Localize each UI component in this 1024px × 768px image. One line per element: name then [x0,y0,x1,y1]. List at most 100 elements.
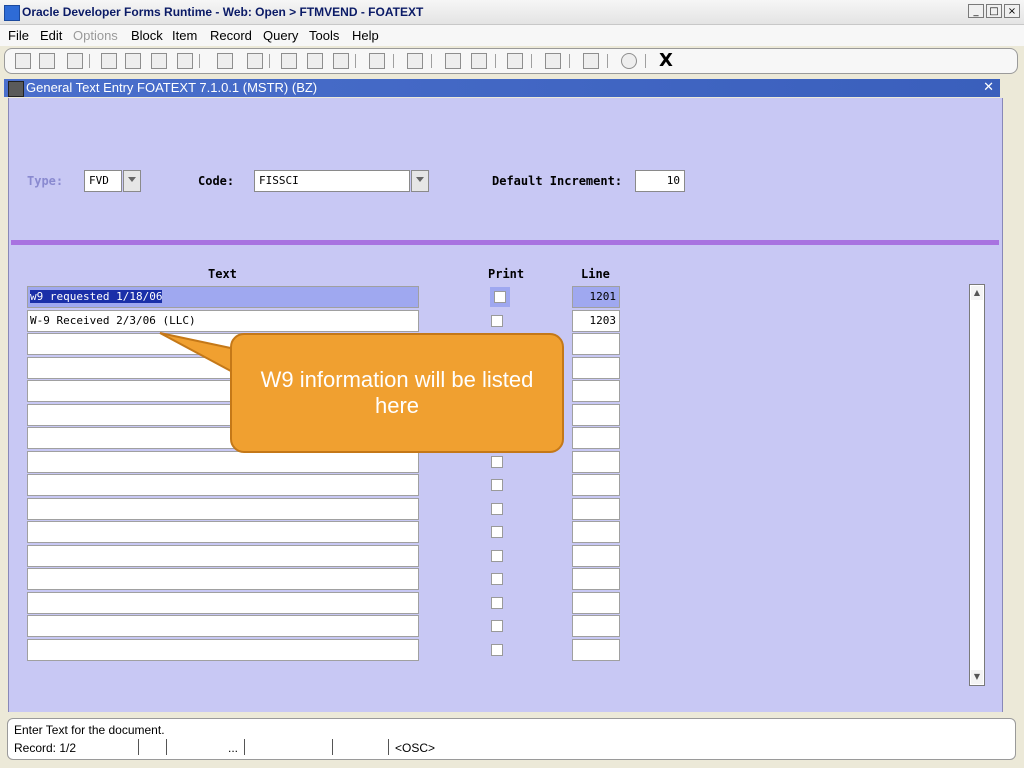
line-cell[interactable] [572,474,620,496]
status-separator [166,739,167,755]
export-icon[interactable] [445,53,461,69]
clear-form-icon[interactable] [369,53,385,69]
print-checkbox[interactable] [491,550,503,562]
minimize-button[interactable]: _ [968,4,984,18]
menu-edit[interactable]: Edit [40,28,62,43]
text-cell-value: w9 requested 1/18/06 [30,290,163,303]
close-form-icon[interactable]: ✕ [983,79,994,95]
enter-query-icon[interactable] [217,53,233,69]
text-cell[interactable] [27,451,419,473]
text-cell[interactable] [27,474,419,496]
menu-options[interactable]: Options [73,28,118,43]
network-icon[interactable] [583,53,599,69]
column-header-print: Print [488,267,525,281]
line-cell[interactable] [572,380,620,402]
exit-button[interactable]: X [659,50,673,71]
block-divider [11,240,999,245]
line-cell[interactable] [572,404,620,426]
line-cell[interactable] [572,639,620,661]
save-icon[interactable] [15,53,31,69]
menu-block[interactable]: Block [131,28,163,43]
print-checkbox[interactable] [490,287,510,307]
text-cell[interactable] [27,639,419,661]
scroll-up-icon[interactable]: ▲ [971,286,983,300]
maximize-button[interactable]: □ [986,4,1002,18]
status-message: Enter Text for the document. [14,723,165,737]
toolbar-separator [393,54,394,68]
print-checkbox[interactable] [491,573,503,585]
rollback-icon[interactable] [39,53,55,69]
toolbar: X [4,48,1018,74]
line-cell[interactable] [572,357,620,379]
menu-file[interactable]: File [8,28,29,43]
text-cell[interactable] [27,615,419,637]
java-app-icon [4,5,20,21]
scroll-down-icon[interactable]: ▼ [971,670,983,684]
text-cell[interactable] [27,592,419,614]
menu-tools[interactable]: Tools [309,28,339,43]
code-field[interactable]: FISSCI [254,170,410,192]
execute-query-icon[interactable] [247,53,263,69]
previous-block-icon[interactable] [101,53,117,69]
toolbar-separator [531,54,532,68]
line-cell[interactable]: 1201 [572,286,620,308]
print-icon[interactable] [407,53,423,69]
text-cell[interactable] [27,521,419,543]
extract-icon[interactable] [471,53,487,69]
window-title: Oracle Developer Forms Runtime - Web: Op… [22,5,424,19]
next-record-icon[interactable] [177,53,193,69]
print-checkbox[interactable] [491,479,503,491]
form-title-bar: General Text Entry FOATEXT 7.1.0.1 (MSTR… [4,79,1000,97]
window-title-bar: Oracle Developer Forms Runtime - Web: Op… [0,0,1024,25]
line-cell[interactable]: 1203 [572,310,620,332]
print-checkbox[interactable] [491,503,503,515]
delete-record-icon[interactable] [333,53,349,69]
toolbar-separator [355,54,356,68]
print-checkbox[interactable] [491,644,503,656]
type-field[interactable]: FVD [84,170,122,192]
menu-record[interactable]: Record [210,28,252,43]
text-cell[interactable]: W-9 Received 2/3/06 (LLC) [27,310,419,332]
close-window-button[interactable]: × [1004,4,1020,18]
line-cell[interactable] [572,568,620,590]
code-dropdown-button[interactable] [411,170,429,192]
type-dropdown-button[interactable] [123,170,141,192]
default-increment-field[interactable]: 10 [635,170,685,192]
toolbar-separator [199,54,200,68]
line-cell[interactable] [572,521,620,543]
line-cell[interactable] [572,592,620,614]
previous-record-icon[interactable] [151,53,167,69]
line-cell[interactable] [572,545,620,567]
menu-item[interactable]: Item [172,28,197,43]
print-preview-icon[interactable] [67,53,83,69]
text-cell[interactable] [27,498,419,520]
insert-record-icon[interactable] [281,53,297,69]
status-bar: Enter Text for the document. Record: 1/2… [7,718,1016,760]
help-icon[interactable] [621,53,637,69]
menu-help[interactable]: Help [352,28,379,43]
line-cell[interactable] [572,427,620,449]
line-cell[interactable] [572,615,620,637]
column-header-text: Text [208,267,237,281]
crosshair-icon[interactable] [545,53,561,69]
text-cell[interactable]: w9 requested 1/18/06 [27,286,419,308]
vertical-scrollbar[interactable]: ▲ ▼ [969,284,985,686]
print-checkbox[interactable] [491,526,503,538]
print-checkbox[interactable] [491,620,503,632]
print-checkbox[interactable] [491,597,503,609]
line-cell[interactable] [572,333,620,355]
text-cell[interactable] [27,545,419,567]
next-block-icon[interactable] [125,53,141,69]
text-cell[interactable] [27,568,419,590]
duplicate-record-icon[interactable] [307,53,323,69]
line-cell[interactable] [572,451,620,473]
code-label: Code: [198,174,235,188]
print-checkbox[interactable] [491,315,503,327]
menu-query[interactable]: Query [263,28,298,43]
status-separator [138,739,139,755]
status-separator [388,739,389,755]
print-checkbox[interactable] [491,456,503,468]
status-list-indicator: ... [228,741,239,755]
speaker-icon[interactable] [507,53,523,69]
line-cell[interactable] [572,498,620,520]
